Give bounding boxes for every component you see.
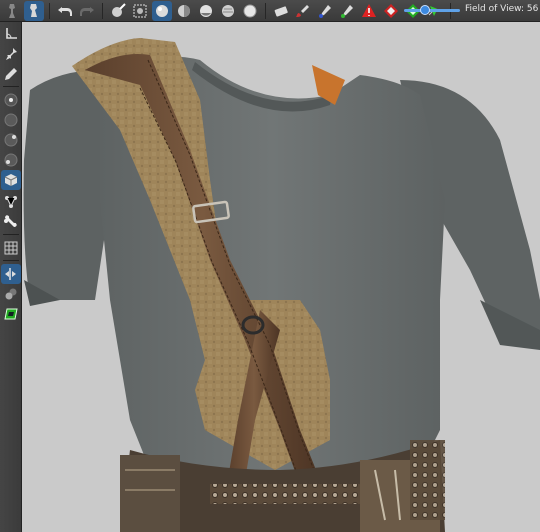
camera-tool-icon[interactable] [1,304,21,324]
fov-slider-track[interactable] [404,9,460,12]
eraser-icon[interactable] [271,1,291,21]
smooth-shading-icon[interactable] [174,1,194,21]
bone-tool-icon[interactable] [1,212,21,232]
toolbar-divider [49,2,50,19]
dropper-icon[interactable] [315,1,335,21]
toolbar-divider [265,2,266,19]
3d-viewport[interactable] [22,22,540,532]
sphere-preview-icon[interactable] [152,0,172,21]
angle-tool-icon[interactable] [1,24,21,44]
scale-node-icon[interactable] [1,130,21,150]
character-render [23,38,540,532]
pin-tool-icon[interactable] [1,44,21,64]
grid-tool-icon[interactable] [1,238,21,258]
texture-shading-icon[interactable] [218,1,238,21]
toon-shading-icon[interactable] [196,1,216,21]
spot-render-icon[interactable] [130,1,150,21]
cube-node-icon[interactable] [1,170,21,190]
redo-icon[interactable] [77,1,97,21]
twist-node-icon[interactable] [1,110,21,130]
app-window: Field of View: 56 [0,0,540,532]
pose-figure-icon[interactable] [2,1,22,21]
rotate-node-icon[interactable] [1,90,21,110]
wireframe-icon[interactable] [240,1,260,21]
left-toolbar [0,22,22,532]
toolbar-divider [102,2,103,19]
fov-label: Field of View: 56 [465,4,539,14]
belt-left-pouch [120,455,180,532]
top-toolbar: Field of View: 56 [0,0,540,22]
translate-node-icon[interactable] [1,150,21,170]
symmetry-tool-icon[interactable] [1,264,21,284]
joint-tool-icon[interactable] [1,192,21,212]
warning-icon[interactable] [359,1,379,21]
pen-tool-icon[interactable] [1,64,21,84]
toolbar-divider [3,260,19,261]
select-figure-icon[interactable] [24,0,44,21]
toolbar-divider [3,86,19,87]
belt-studs [210,484,360,504]
undo-icon[interactable] [55,1,75,21]
fov-slider-knob[interactable] [420,5,430,15]
spheres-tool-icon[interactable] [1,284,21,304]
toolbar-divider [3,234,19,235]
geometry-icon[interactable] [381,1,401,21]
brush-icon[interactable] [293,1,313,21]
paint-icon[interactable] [337,1,357,21]
render-icon[interactable] [108,1,128,21]
